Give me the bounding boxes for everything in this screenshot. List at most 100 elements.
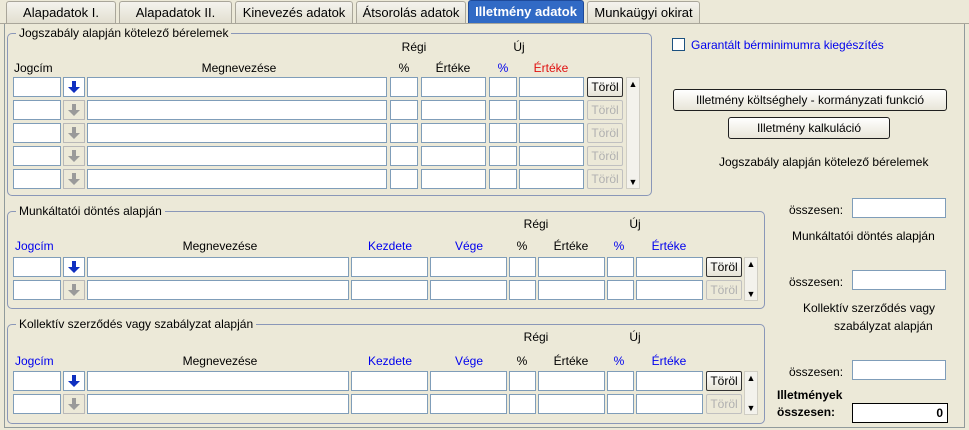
- g1-pct-new-input[interactable]: [489, 100, 517, 120]
- g2-megnevezes-input[interactable]: [87, 257, 349, 277]
- g2-pick-button[interactable]: [63, 280, 85, 300]
- g2-pct-new-input[interactable]: [607, 280, 634, 300]
- g2-pct-old-input[interactable]: [509, 280, 536, 300]
- g2-pick-button[interactable]: [63, 257, 85, 277]
- g1-torol-button[interactable]: Töröl: [587, 100, 623, 120]
- g3-pick-button[interactable]: [63, 371, 85, 391]
- g3-pct-new-input[interactable]: [607, 394, 634, 414]
- g3-jogcim-input[interactable]: [13, 394, 61, 414]
- g1-jogcim-input[interactable]: [13, 77, 61, 97]
- g3-pct-old-input[interactable]: [509, 371, 536, 391]
- g2-kezdete-input[interactable]: [351, 280, 428, 300]
- g3-megnevezes-input[interactable]: [87, 394, 349, 414]
- g2-scrollbar[interactable]: ▲ ▼: [744, 257, 758, 301]
- g3-ertek-old-input[interactable]: [538, 394, 605, 414]
- summary2-total-field[interactable]: [852, 270, 946, 290]
- g1-megnevezes-input[interactable]: [87, 100, 387, 120]
- g3-scrollbar[interactable]: ▲ ▼: [744, 371, 758, 415]
- g1-ertek-new-input[interactable]: [519, 146, 584, 166]
- summary3-total-field[interactable]: [852, 360, 946, 380]
- g3-torol-button[interactable]: Töröl: [706, 394, 742, 414]
- g1-pct-old-input[interactable]: [390, 123, 418, 143]
- g1-torol-button[interactable]: Töröl: [587, 123, 623, 143]
- g1-pct-old-input[interactable]: [390, 100, 418, 120]
- g3-kezdete-input[interactable]: [351, 371, 428, 391]
- scroll-down-icon[interactable]: ▼: [745, 402, 757, 414]
- g2-pct-old-input[interactable]: [509, 257, 536, 277]
- g3-ertek-new-input[interactable]: [636, 394, 703, 414]
- g1-scrollbar[interactable]: ▲ ▼: [626, 77, 640, 189]
- garantalt-checkbox[interactable]: [672, 38, 685, 51]
- g1-ertek-new-input[interactable]: [519, 77, 584, 97]
- tab-alapadatok-1[interactable]: Alapadatok I.: [6, 1, 116, 23]
- g1-pct-new-input[interactable]: [489, 146, 517, 166]
- scroll-up-icon[interactable]: ▲: [745, 372, 757, 384]
- g1-pct-old-input[interactable]: [390, 146, 418, 166]
- g1-pick-button[interactable]: [63, 77, 85, 97]
- g1-megnevezes-input[interactable]: [87, 169, 387, 189]
- g1-pct-old-input[interactable]: [390, 77, 418, 97]
- g2-ertek-old-input[interactable]: [538, 280, 605, 300]
- g1-jogcim-input[interactable]: [13, 100, 61, 120]
- g1-jogcim-input[interactable]: [13, 169, 61, 189]
- g1-pick-button[interactable]: [63, 169, 85, 189]
- g3-pct-new-input[interactable]: [607, 371, 634, 391]
- g2-megnevezes-input[interactable]: [87, 280, 349, 300]
- g1-ertek-new-input[interactable]: [519, 123, 584, 143]
- g1-pick-button[interactable]: [63, 146, 85, 166]
- g1-ertek-old-input[interactable]: [421, 100, 486, 120]
- g3-torol-button[interactable]: Töröl: [706, 371, 742, 391]
- g1-ertek-old-input[interactable]: [421, 123, 486, 143]
- g1-megnevezes-input[interactable]: [87, 146, 387, 166]
- g3-ertek-old-input[interactable]: [538, 371, 605, 391]
- g1-torol-button[interactable]: Töröl: [587, 77, 623, 97]
- g2-jogcim-input[interactable]: [13, 280, 61, 300]
- scroll-up-icon[interactable]: ▲: [627, 78, 639, 90]
- scroll-down-icon[interactable]: ▼: [745, 288, 757, 300]
- g1-pct-new-input[interactable]: [489, 169, 517, 189]
- kalkulacio-button[interactable]: Illetmény kalkuláció: [728, 117, 890, 139]
- g3-pick-button[interactable]: [63, 394, 85, 414]
- g1-torol-button[interactable]: Töröl: [587, 169, 623, 189]
- g3-jogcim-input[interactable]: [13, 371, 61, 391]
- g2-torol-button[interactable]: Töröl: [706, 280, 742, 300]
- g1-jogcim-input[interactable]: [13, 146, 61, 166]
- g2-vege-input[interactable]: [430, 280, 507, 300]
- g1-ertek-old-input[interactable]: [421, 169, 486, 189]
- g2-vege-input[interactable]: [430, 257, 507, 277]
- g2-ertek-new-input[interactable]: [636, 280, 703, 300]
- g3-megnevezes-input[interactable]: [87, 371, 349, 391]
- g1-pct-new-input[interactable]: [489, 77, 517, 97]
- g2-torol-button[interactable]: Töröl: [706, 257, 742, 277]
- tab-atsorolas-adatok[interactable]: Átsorolás adatok: [356, 1, 466, 23]
- g2-ertek-new-input[interactable]: [636, 257, 703, 277]
- scroll-down-icon[interactable]: ▼: [627, 176, 639, 188]
- g1-megnevezes-input[interactable]: [87, 123, 387, 143]
- g3-kezdete-input[interactable]: [351, 394, 428, 414]
- g1-ertek-old-input[interactable]: [421, 77, 486, 97]
- g1-ertek-new-input[interactable]: [519, 100, 584, 120]
- g1-pct-new-input[interactable]: [489, 123, 517, 143]
- g1-jogcim-input[interactable]: [13, 123, 61, 143]
- g1-pick-button[interactable]: [63, 100, 85, 120]
- summary1-total-field[interactable]: [852, 198, 946, 218]
- scroll-up-icon[interactable]: ▲: [745, 258, 757, 270]
- g2-kezdete-input[interactable]: [351, 257, 428, 277]
- tab-kinevezes-adatok[interactable]: Kinevezés adatok: [235, 1, 353, 23]
- g1-ertek-old-input[interactable]: [421, 146, 486, 166]
- g3-vege-input[interactable]: [430, 394, 507, 414]
- koltseghely-button[interactable]: Illetmény költséghely - kormányzati funk…: [673, 89, 947, 111]
- g1-pick-button[interactable]: [63, 123, 85, 143]
- tab-alapadatok-2[interactable]: Alapadatok II.: [119, 1, 232, 23]
- tab-illetmeny-adatok[interactable]: Illetmény adatok: [468, 0, 584, 23]
- g2-pct-new-input[interactable]: [607, 257, 634, 277]
- g3-ertek-new-input[interactable]: [636, 371, 703, 391]
- g1-pct-old-input[interactable]: [390, 169, 418, 189]
- g2-jogcim-input[interactable]: [13, 257, 61, 277]
- g3-pct-old-input[interactable]: [509, 394, 536, 414]
- g1-torol-button[interactable]: Töröl: [587, 146, 623, 166]
- g3-vege-input[interactable]: [430, 371, 507, 391]
- g1-ertek-new-input[interactable]: [519, 169, 584, 189]
- g2-ertek-old-input[interactable]: [538, 257, 605, 277]
- tab-munkaugyi-okirat[interactable]: Munkaügyi okirat: [587, 1, 700, 23]
